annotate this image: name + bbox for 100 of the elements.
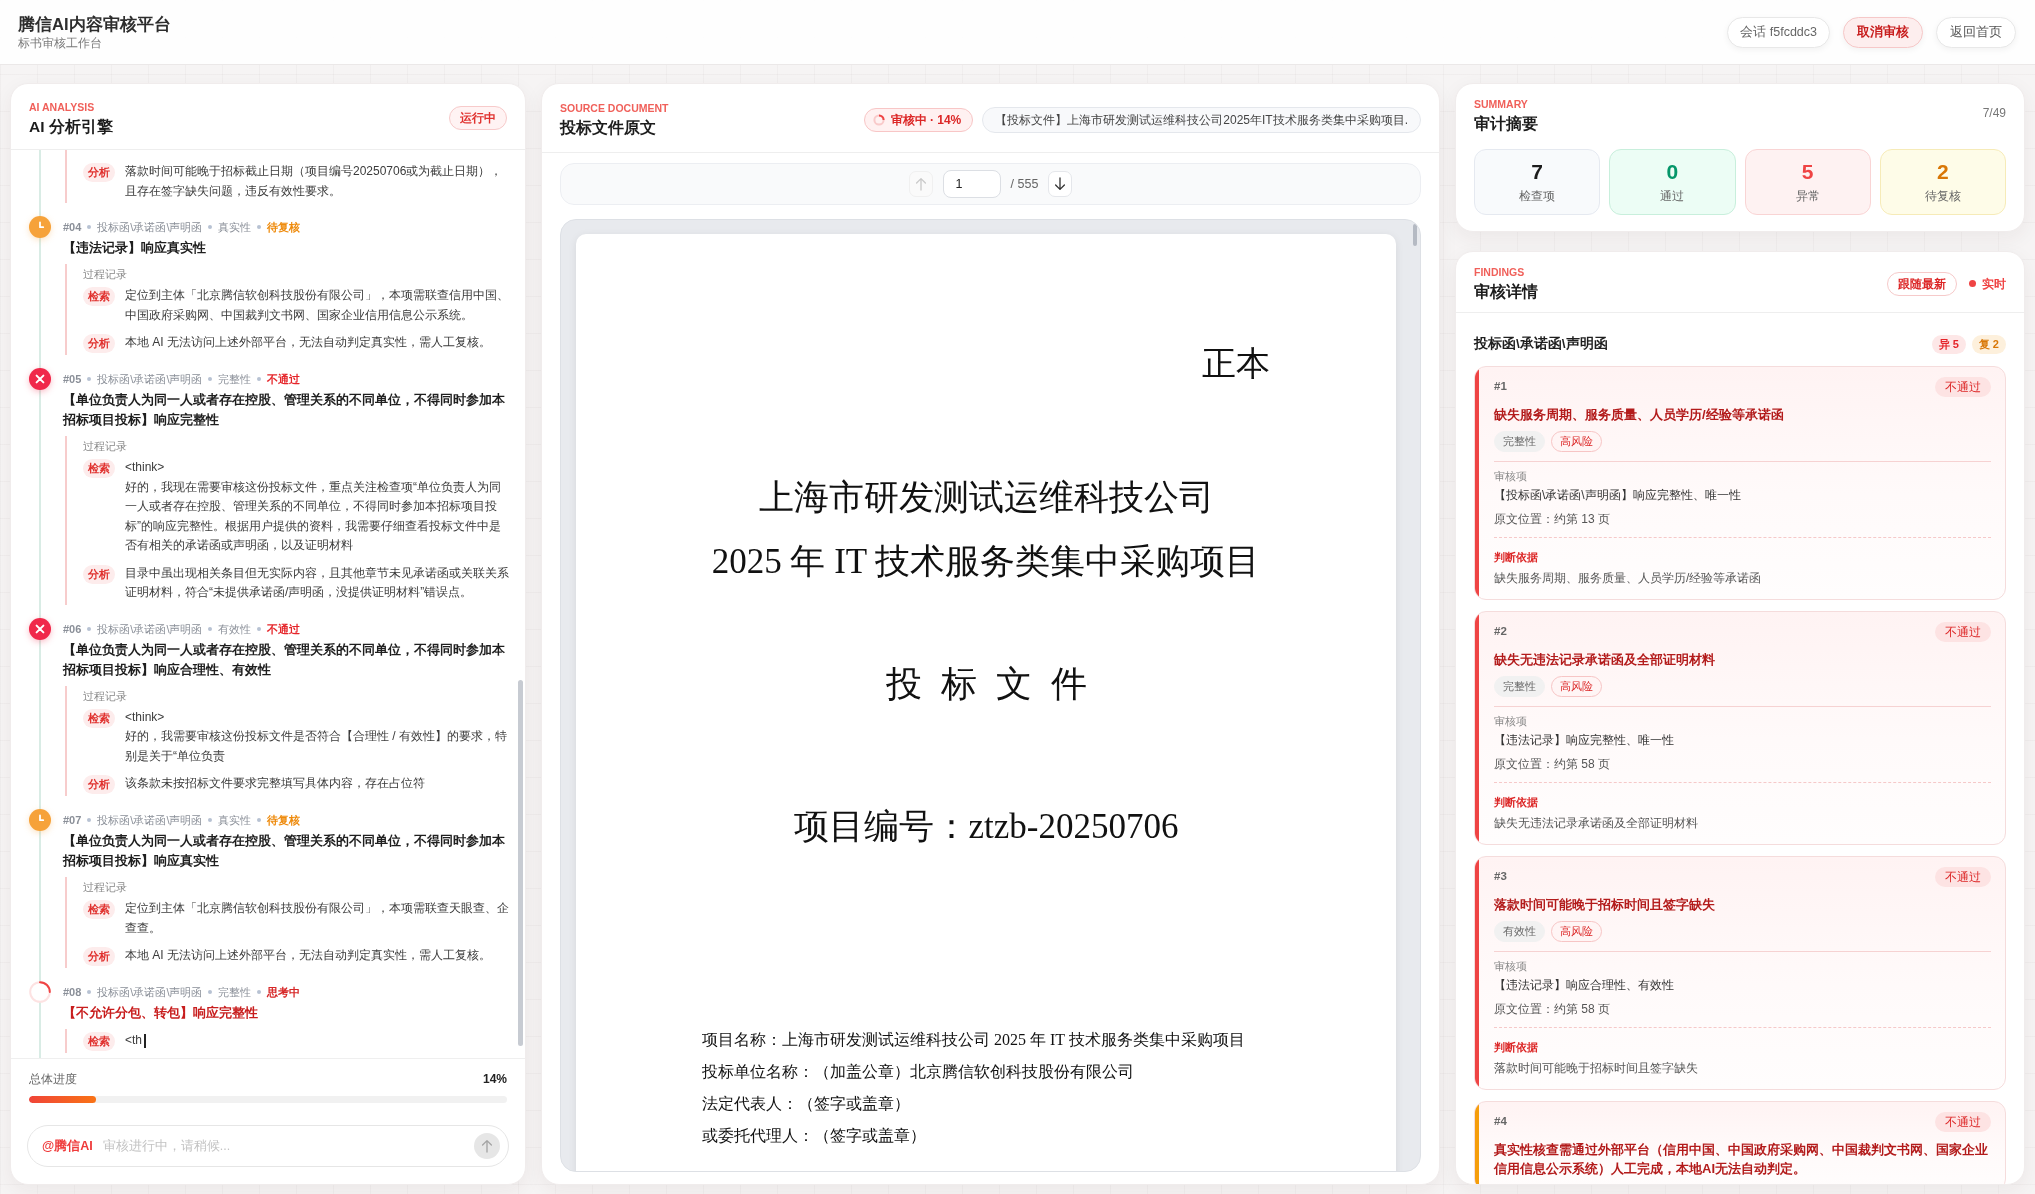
finding-card[interactable]: #3 不通过 落款时间可能晚于招标时间且签字缺失 有效性 高风险 审核项 【违法记录】响应合理性、有效性 原文位置：约第 58 页 判断依据 落款时间可能晚于招标时间且签字缺失	[1474, 856, 2006, 1090]
item-title: 【违法记录】响应真实性	[63, 239, 207, 257]
project-number: 项目编号：ztzb-20250706	[793, 806, 1179, 848]
mention-tag: @腾信AI	[42, 1136, 93, 1156]
field-label: 判断依据	[1494, 795, 1539, 810]
status-label: 不通过	[267, 372, 301, 387]
item-title: 【单位负责人为同一人或者存在控股、管理关系的不同单位，不得同时参加本招标项目投标】响应真实性	[63, 832, 506, 870]
step-text: <think> 好的，我需要审核这份投标文件是否符合【合理性 / 有效性】的要求，特别是关于“单位负责	[125, 708, 508, 765]
header-button[interactable]: 取消审核	[1843, 16, 1923, 48]
arrow-up-icon	[914, 177, 927, 191]
separator-dot-icon	[87, 377, 92, 381]
finding-title: 缺失服务周期、服务质量、人员学历/经验等承诺函	[1494, 406, 1785, 424]
info-line: 项目名称：上海市研发测试运维科技公司 2025 年 IT 技术服务类集中采购项目	[702, 1030, 1245, 1050]
status-tag: 不通过	[1935, 377, 1991, 397]
arrow-up-icon	[481, 1139, 493, 1153]
field-label: 判断依据	[1494, 550, 1539, 565]
item-title: 【单位负责人为同一人或者存在控股、管理关系的不同单位，不得同时参加本招标项目投标】响应合理性、有效性	[63, 640, 506, 679]
page-number-input[interactable]: 1	[942, 170, 1001, 198]
info-line: 或委托代理人：（签字或盖章）	[702, 1126, 926, 1146]
stat-value: 0	[1666, 160, 1679, 184]
stat-value: 2	[1937, 160, 1949, 184]
info-line: 法定代表人：（签字或盖章）	[702, 1094, 910, 1114]
finding-number: #4	[1494, 1114, 1507, 1130]
item-title: 【单位负责人为同一人或者存在控股、管理关系的不同单位，不得同时参加本招标项目投标】响应完整性	[63, 391, 506, 429]
dimension-label: 完整性	[218, 372, 252, 387]
finding-number: #2	[1494, 624, 1507, 640]
step-text: 本地 AI 无法访问上述外部平台，无法自动判定真实性，需人工复核。	[125, 947, 491, 964]
cross-icon	[29, 368, 51, 390]
separator-dot-icon	[257, 377, 262, 381]
clock-icon	[29, 216, 51, 238]
category-label: 投标函\承诺函\声明函	[97, 372, 203, 387]
separator-dot-icon	[87, 818, 92, 822]
stat-label: 检查项	[1519, 189, 1556, 204]
finding-card[interactable]: #1 不通过 缺失服务周期、服务质量、人员学历/经验等承诺函 完整性 高风险 审核项 【投标函\承诺函\声明函】响应完整性、唯一性 原文位置：约第 13 页 判断依据 缺失服务周期、服务质量、人员学历/经验等承诺函	[1474, 366, 2006, 600]
item-title: 【不允许分包、转包】响应完整性	[63, 1004, 259, 1022]
finding-number: #1	[1494, 379, 1507, 395]
info-line: 投标单位名称：（加盖公章）北京腾信软创科技股份有限公司	[702, 1062, 1134, 1082]
section-eyebrow: FINDINGS	[1474, 265, 1526, 279]
finding-title: 缺失无违法记录承诺函及全部证明材料	[1494, 651, 1716, 669]
check-item-text: 【投标函\承诺函\声明函】响应完整性、唯一性	[1494, 487, 1742, 504]
separator-dot-icon	[208, 225, 213, 229]
session-tag: 会话 f5fcddc3	[1727, 16, 1830, 48]
step-tag: 分析	[83, 334, 115, 353]
follow-latest-button[interactable]: 跟随最新	[1887, 271, 1957, 296]
step-text: 目录中虽出现相关条目但无实际内容，且其他章节未见承诺函或关联关系证明材料，符合“未提供承诺函/声明函，没提供证明材料”错误点。	[125, 564, 510, 601]
document-type-heading: 投 标 文 件	[885, 663, 1087, 706]
finding-number: #3	[1494, 869, 1507, 885]
panel-title: 投标文件原文	[560, 118, 657, 138]
finding-tag: 完整性	[1494, 676, 1545, 697]
panel-title: 审核详情	[1474, 282, 1538, 302]
separator-dot-icon	[257, 818, 262, 822]
status-tag: 运行中	[449, 106, 507, 130]
process-label: 过程记录	[83, 880, 128, 895]
next-page-button[interactable]	[1048, 171, 1073, 197]
separator-dot-icon	[257, 225, 262, 229]
clock-icon	[29, 809, 51, 831]
separator-dot-icon	[87, 225, 92, 229]
step-tag: 检索	[83, 287, 115, 306]
status-tag: 不通过	[1935, 1112, 1991, 1132]
process-label: 过程记录	[83, 439, 128, 454]
step-tag: 检索	[83, 459, 115, 478]
step-text: <th	[125, 1032, 142, 1049]
finding-card[interactable]: #2 不通过 缺失无违法记录承诺函及全部证明材料 完整性 高风险 审核项 【违法记录】响应完整性、唯一性 原文位置：约第 58 页 判断依据 缺失无违法记录承诺函及全部证明材料	[1474, 611, 2006, 845]
arrow-down-icon	[1054, 177, 1067, 191]
section-eyebrow: SUMMARY	[1474, 97, 1529, 111]
status-tag: 不通过	[1935, 622, 1991, 642]
scrollbar-thumb[interactable]	[518, 680, 523, 1046]
progress-count: 7/49	[1982, 105, 2006, 121]
spinner-icon	[29, 981, 51, 1003]
process-label: 过程记录	[83, 267, 128, 282]
step-tag: 检索	[83, 900, 115, 919]
finding-card[interactable]: #4 不通过 真实性核查需通过外部平台（信用中国、中国政府采购网、中国裁判文书网、国家企业信用信息公示系统）人工完成，本地AI无法自动判定。	[1474, 1101, 2006, 1184]
stat-label: 通过	[1660, 189, 1685, 204]
cross-icon	[29, 617, 51, 640]
dimension-label: 有效性	[218, 621, 252, 637]
step-text: 落款时间可能晚于招标截止日期（项目编号20250706或为截止日期），且存在签字缺失问题，违反有效性要求。	[125, 163, 504, 200]
step-tag: 分析	[83, 947, 115, 966]
finding-tag: 完整性	[1494, 431, 1545, 452]
separator-dot-icon	[208, 377, 213, 381]
category-label: 投标函\承诺函\声明函	[97, 985, 203, 1000]
separator-dot-icon	[87, 626, 92, 631]
finding-tag: 有效性	[1494, 921, 1545, 942]
status-label: 不通过	[267, 621, 301, 637]
app-subtitle: 标书审核工作台	[18, 35, 103, 51]
category-label: 投标函\承诺函\声明函	[97, 220, 203, 235]
status-text: 审核中 · 14%	[890, 111, 962, 128]
scrollbar-thumb[interactable]	[1413, 224, 1417, 246]
stat-label: 异常	[1795, 189, 1820, 204]
basis-text: 缺失服务周期、服务质量、人员学历/经验等承诺函	[1494, 570, 1763, 587]
status-label: 待复核	[267, 813, 301, 828]
finding-title: 落款时间可能晚于招标时间且签字缺失	[1494, 896, 1716, 914]
section-eyebrow: AI ANALYSIS	[29, 99, 96, 114]
field-label: 审核项	[1494, 714, 1528, 729]
count-tag: 复 2	[1971, 334, 2006, 354]
finding-tag: 高风险	[1551, 921, 1602, 942]
header-button[interactable]: 返回首页	[1936, 16, 2016, 48]
stat-value: 5	[1801, 160, 1814, 184]
file-name-tag: 【投标文件】上海市研发测试运维科技公司2025年IT技术服务类集中采购项目.	[982, 106, 1421, 133]
check-item-text: 【违法记录】响应合理性、有效性	[1494, 977, 1675, 994]
step-text: 定位到主体「北京腾信软创科技股份有限公司」，本项需联查信用中国、中国政府采购网、中国裁判文书网、国家企业信用信息公示系统。	[125, 287, 510, 324]
